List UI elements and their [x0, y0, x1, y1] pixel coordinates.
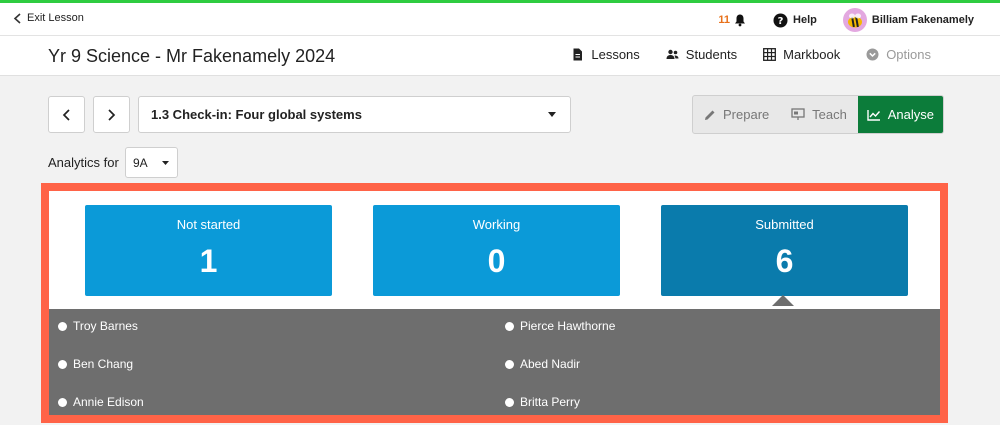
class-dropdown-value: 9A [133, 155, 148, 170]
course-header: Yr 9 Science - Mr Fakenamely 2024 Lesson… [0, 36, 1000, 76]
student-name: Ben Chang [73, 357, 134, 371]
mode-analyse-button[interactable]: Analyse [857, 96, 943, 133]
student-dot-icon [58, 397, 67, 407]
status-card-count: 6 [775, 243, 794, 279]
nav-options[interactable]: Options [866, 47, 931, 62]
student-item[interactable]: Pierce Hawthorne [505, 319, 615, 333]
grid-icon [763, 48, 777, 61]
notifications-button[interactable]: 11 [718, 13, 747, 27]
status-card-label: Working [472, 217, 521, 232]
mode-switch: Prepare Teach Analyse [692, 95, 944, 134]
status-card-label: Not started [176, 217, 241, 232]
document-icon [573, 48, 583, 61]
svg-text:?: ? [778, 16, 784, 27]
nav-students[interactable]: Students [666, 47, 737, 62]
status-card-count: 1 [199, 243, 218, 279]
student-item[interactable]: Annie Edison [58, 395, 144, 409]
user-name: Billiam Fakenamely [871, 14, 974, 26]
mode-analyse-label: Analyse [887, 107, 934, 122]
avatar [842, 8, 867, 32]
exit-lesson-label: Exit Lesson [27, 12, 84, 24]
status-card-not-started[interactable]: Not started 1 [85, 205, 332, 296]
nav-options-label: Options [886, 47, 931, 62]
student-name: Troy Barnes [73, 319, 138, 333]
next-lesson-button[interactable] [93, 96, 130, 133]
lesson-dropdown-value: 1.3 Check-in: Four global systems [151, 107, 362, 122]
exit-lesson-button[interactable]: Exit Lesson [13, 12, 84, 24]
student-item[interactable]: Ben Chang [58, 357, 133, 371]
previous-lesson-button[interactable] [48, 96, 85, 133]
student-dot-icon [505, 359, 514, 369]
top-bar: Exit Lesson 11 ? Help Billiam Fakenamely [0, 0, 1000, 36]
chevron-left-icon [13, 12, 21, 24]
presentation-icon [791, 108, 805, 120]
student-name: Pierce Hawthorne [520, 319, 616, 333]
student-dot-icon [505, 321, 514, 331]
mode-teach-label: Teach [812, 107, 847, 122]
student-name: Abed Nadir [520, 357, 581, 371]
nav-students-label: Students [685, 47, 738, 62]
status-card-working[interactable]: Working 0 [373, 205, 620, 296]
nav-markbook[interactable]: Markbook [763, 47, 840, 62]
chevron-circle-icon [866, 48, 879, 61]
nav-lessons[interactable]: Lessons [571, 47, 640, 62]
status-card-label: Submitted [755, 217, 814, 232]
mode-prepare-button[interactable]: Prepare [693, 96, 780, 133]
bee-icon [847, 13, 862, 28]
student-dot-icon [58, 359, 67, 369]
bell-icon [735, 14, 746, 27]
student-list: Troy Barnes Pierce Hawthorne Ben Chang A… [49, 309, 940, 415]
nav-lessons-label: Lessons [591, 47, 640, 62]
student-item[interactable]: Abed Nadir [505, 357, 580, 371]
student-item[interactable]: Troy Barnes [58, 319, 138, 333]
lesson-dropdown[interactable]: 1.3 Check-in: Four global systems [138, 96, 571, 133]
pencil-icon [705, 110, 715, 120]
mode-prepare-label: Prepare [723, 107, 770, 122]
class-dropdown[interactable]: 9A [125, 147, 178, 178]
chevron-left-icon [62, 108, 70, 121]
people-icon [666, 49, 679, 59]
student-dot-icon [505, 397, 514, 407]
submission-status-panel: Not started 1 Working 0 Submitted 6 Troy… [41, 183, 948, 423]
notification-count: 11 [718, 14, 731, 26]
line-chart-icon [867, 109, 880, 121]
student-dot-icon [58, 321, 67, 331]
analytics-for-label: Analytics for [48, 155, 119, 170]
status-card-count: 0 [487, 243, 506, 279]
status-card-submitted[interactable]: Submitted 6 [661, 205, 908, 296]
student-item[interactable]: Britta Perry [505, 395, 580, 409]
caret-down-icon [548, 112, 556, 117]
page-title: Yr 9 Science - Mr Fakenamely 2024 [48, 46, 336, 66]
student-name: Annie Edison [73, 395, 144, 409]
course-nav: Lessons Students Markbook Options [571, 47, 931, 62]
help-label: Help [793, 14, 817, 26]
help-button[interactable]: ? Help [773, 13, 817, 28]
student-name: Britta Perry [520, 395, 581, 409]
mode-teach-button[interactable]: Teach [780, 96, 857, 133]
caret-down-icon [162, 161, 169, 165]
selected-card-pointer [772, 295, 794, 306]
help-circle-icon: ? [773, 13, 788, 27]
chevron-right-icon [108, 108, 116, 121]
user-menu[interactable]: Billiam Fakenamely [842, 8, 974, 32]
nav-markbook-label: Markbook [783, 47, 841, 62]
